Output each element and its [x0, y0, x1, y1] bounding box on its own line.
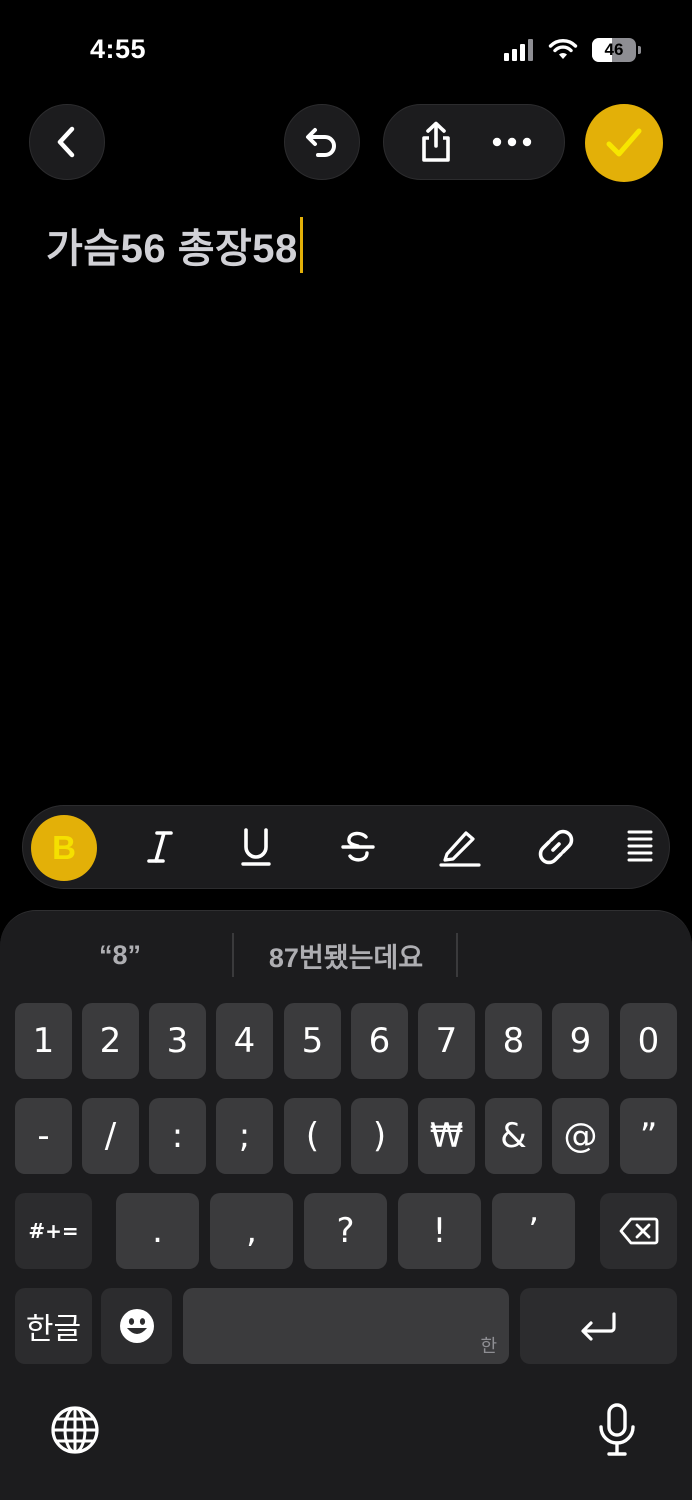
text-lines-icon	[627, 830, 653, 862]
more-button[interactable]	[482, 112, 542, 172]
emoji-icon	[119, 1309, 154, 1343]
text-cursor	[299, 217, 303, 273]
undo-button[interactable]	[284, 104, 360, 180]
bold-icon: B	[52, 831, 76, 865]
key-at[interactable]: @	[552, 1098, 609, 1174]
space-bar[interactable]: 한	[183, 1288, 509, 1364]
suggestion-item[interactable]: 87번됐는데요	[240, 933, 452, 977]
key-5[interactable]: 5	[284, 1003, 341, 1079]
key-won[interactable]: ₩	[418, 1098, 475, 1174]
link-button[interactable]	[523, 806, 589, 888]
done-button[interactable]	[585, 104, 663, 182]
dictation-button[interactable]	[587, 1400, 647, 1460]
link-icon	[538, 829, 574, 865]
format-more-button[interactable]	[617, 806, 663, 888]
globe-button[interactable]	[45, 1400, 105, 1460]
key-colon[interactable]: :	[149, 1098, 206, 1174]
note-editor[interactable]: 가슴56 총장58	[46, 216, 303, 274]
key-0[interactable]: 0	[620, 1003, 677, 1079]
status-icons: 46	[504, 38, 641, 62]
svg-text:B: B	[52, 831, 76, 865]
key-6[interactable]: 6	[351, 1003, 408, 1079]
key-7[interactable]: 7	[418, 1003, 475, 1079]
chevron-left-icon	[57, 126, 75, 158]
italic-icon	[147, 831, 173, 863]
strikethrough-icon	[341, 831, 375, 862]
key-1[interactable]: 1	[15, 1003, 72, 1079]
bold-button[interactable]: B	[31, 815, 97, 881]
key-8[interactable]: 8	[485, 1003, 542, 1079]
wifi-icon	[548, 39, 578, 59]
back-button[interactable]	[29, 104, 105, 180]
keyboard: “8” 87번됐는데요 1 2 3 4 5 6 7 8 9 0 - / : ; …	[0, 910, 692, 1500]
key-open-paren[interactable]: (	[284, 1098, 341, 1174]
highlighter-icon	[439, 831, 481, 867]
space-hint: 한	[480, 1336, 497, 1357]
underline-icon	[241, 828, 271, 866]
suggestion-divider	[456, 933, 458, 977]
key-quote[interactable]: ”	[620, 1098, 677, 1174]
status-time: 4:55	[90, 34, 147, 64]
key-ampersand[interactable]: &	[485, 1098, 542, 1174]
battery-icon: 46	[592, 38, 641, 62]
key-comma[interactable]: ,	[210, 1193, 293, 1269]
cellular-signal-icon	[504, 39, 533, 61]
key-4[interactable]: 4	[216, 1003, 273, 1079]
key-question[interactable]: ?	[304, 1193, 387, 1269]
key-2[interactable]: 2	[82, 1003, 139, 1079]
delete-key[interactable]	[600, 1193, 677, 1269]
key-slash[interactable]: /	[82, 1098, 139, 1174]
note-text: 가슴56 총장58	[46, 227, 298, 271]
key-semicolon[interactable]: ;	[216, 1098, 273, 1174]
language-key[interactable]: 한글	[15, 1288, 92, 1364]
key-close-paren[interactable]: )	[351, 1098, 408, 1174]
suggestion-divider	[232, 933, 234, 977]
key-3[interactable]: 3	[149, 1003, 206, 1079]
suggestion-item[interactable]: “8”	[40, 933, 200, 977]
key-9[interactable]: 9	[552, 1003, 609, 1079]
checkmark-icon	[606, 128, 642, 157]
underline-button[interactable]	[223, 806, 289, 888]
actions-pill	[383, 104, 565, 180]
key-period[interactable]: .	[116, 1193, 199, 1269]
key-hyphen[interactable]: -	[15, 1098, 72, 1174]
emoji-key[interactable]	[101, 1288, 172, 1364]
key-symbols[interactable]: #+=	[15, 1193, 92, 1269]
backspace-icon	[619, 1217, 658, 1245]
share-button[interactable]	[406, 112, 466, 172]
italic-button[interactable]	[127, 806, 193, 888]
globe-icon	[51, 1406, 99, 1454]
share-icon	[422, 121, 450, 162]
formatting-toolbar: B	[22, 805, 670, 889]
return-icon	[580, 1312, 616, 1341]
battery-level: 46	[604, 40, 624, 59]
highlight-button[interactable]	[427, 806, 493, 888]
return-key[interactable]	[520, 1288, 677, 1364]
more-horizontal-icon	[492, 137, 532, 147]
key-exclamation[interactable]: !	[398, 1193, 481, 1269]
undo-icon	[306, 128, 336, 157]
microphone-icon	[599, 1403, 635, 1456]
strikethrough-button[interactable]	[325, 806, 391, 888]
key-apostrophe[interactable]: ’	[492, 1193, 575, 1269]
